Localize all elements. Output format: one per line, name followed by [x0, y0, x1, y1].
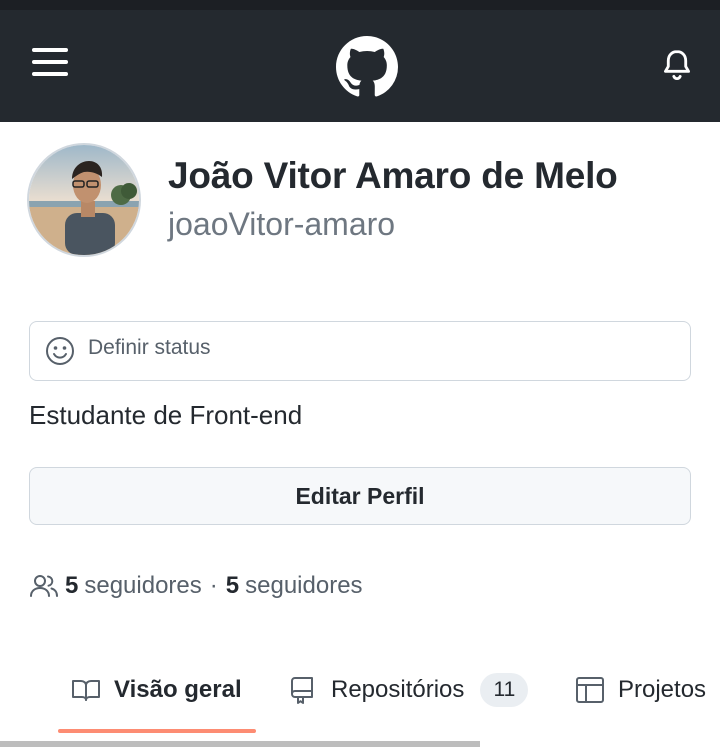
tab-projects-label: Projetos [618, 676, 707, 703]
profile-login: joaoVitor-amaro [168, 206, 396, 242]
book-icon [72, 680, 100, 701]
tab-projects[interactable]: Projetos [574, 670, 706, 710]
followers-separator: · [209, 572, 218, 599]
set-status-button[interactable]: Definir status [29, 321, 691, 381]
status-bar-strip [0, 0, 720, 10]
tab-repositories-label: Repositórios [331, 676, 465, 703]
hamburger-menu-icon[interactable] [28, 45, 72, 79]
repo-icon [291, 677, 313, 704]
followers-label: seguidores [84, 572, 202, 599]
tab-repositories[interactable]: Repositórios 11 [287, 670, 529, 710]
app-header [0, 10, 720, 122]
tab-overview-label: Visão geral [114, 676, 242, 703]
table-icon [576, 677, 604, 703]
selected-tab-indicator [58, 729, 256, 733]
avatar[interactable] [27, 143, 141, 257]
avatar-photo [29, 145, 139, 255]
following-label: seguidores [245, 572, 363, 599]
status-placeholder: Definir status [88, 336, 211, 359]
people-icon [30, 575, 58, 597]
bell-icon[interactable] [658, 46, 696, 84]
tab-overview[interactable]: Visão geral [70, 670, 242, 710]
github-mark-icon[interactable] [336, 36, 398, 98]
smiley-icon [46, 337, 74, 365]
followers-count: 5 [65, 572, 79, 599]
following-link[interactable]: 5 seguidores [226, 572, 363, 600]
profile-name: João Vitor Amaro de Melo [168, 155, 618, 196]
horizontal-scrollbar[interactable] [0, 741, 480, 747]
profile-bio: Estudante de Front-end [29, 400, 303, 430]
followers-row: 5 seguidores · 5 seguidores [29, 570, 363, 602]
repositories-counter: 11 [480, 673, 529, 707]
profile-tabs: Visão geral Repositórios 11 Projetos [0, 660, 720, 734]
following-count: 5 [225, 572, 240, 599]
edit-profile-button[interactable]: Editar Perfil [29, 467, 691, 525]
followers-link[interactable]: 5 seguidores [65, 572, 202, 600]
